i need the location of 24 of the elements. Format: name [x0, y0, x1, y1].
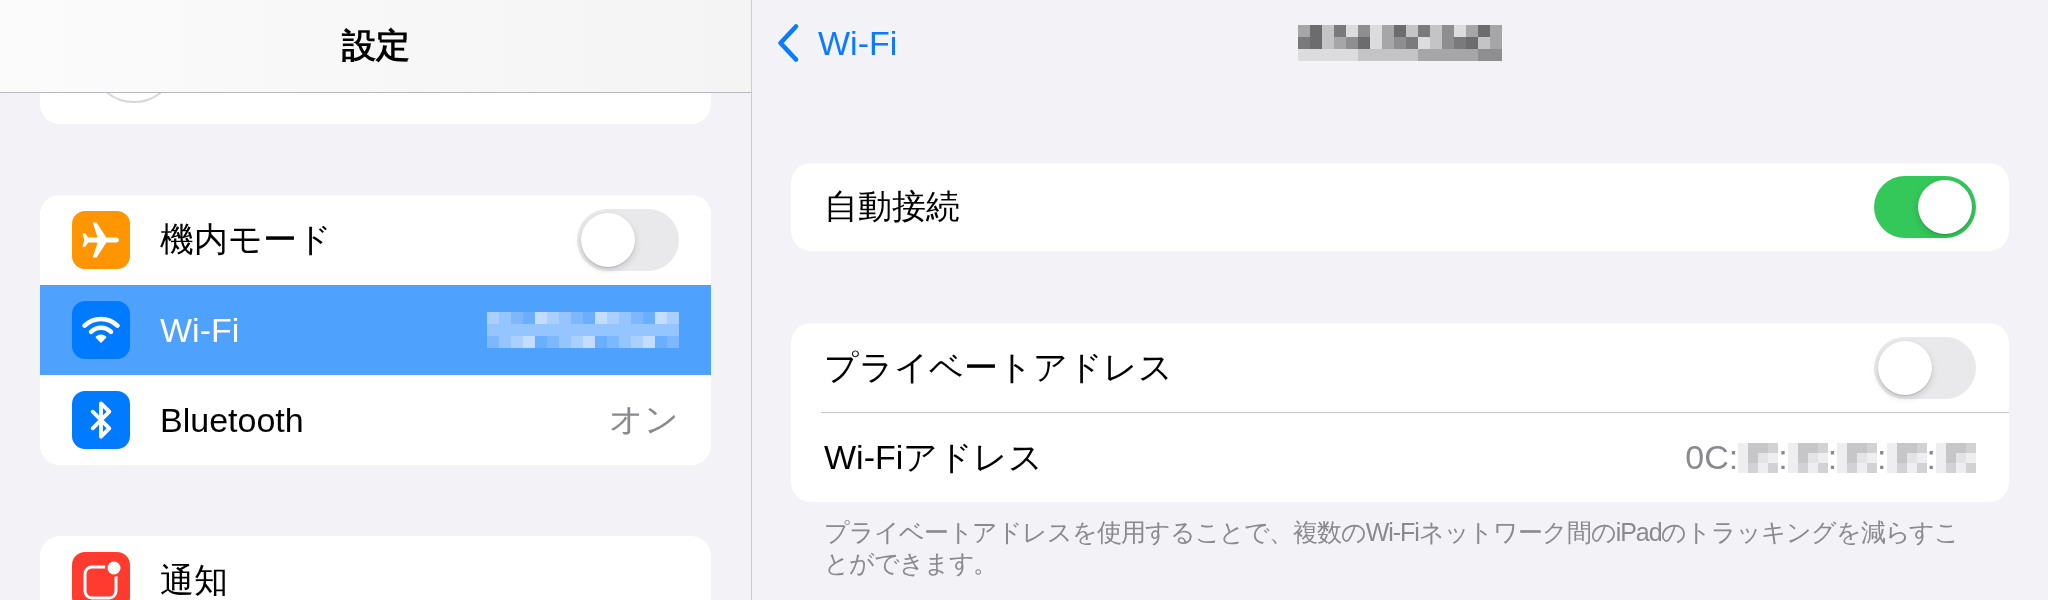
- chevron-left-icon: [776, 23, 800, 63]
- pixelated-redaction-drawing: [1738, 442, 1779, 473]
- nav-title: 設定: [341, 25, 410, 66]
- item-label: Bluetooth: [160, 400, 304, 440]
- value-text: :: [1827, 438, 1838, 477]
- toggle-switch[interactable]: [1874, 176, 1976, 238]
- item-label: 機内モード: [160, 219, 332, 260]
- value-text: :: [1778, 438, 1788, 477]
- pixelated-redaction-drawing: [1837, 442, 1878, 473]
- toggle-switch[interactable]: [577, 209, 679, 271]
- footnote-text: プライベートアドレスを使用することで、複数のWi-Fiネットワーク間のiPadのトラッキングを減らすことができます。: [823, 517, 1961, 579]
- value-text: :: [1877, 438, 1887, 477]
- row-label: Wi-Fiアドレス: [824, 436, 1044, 478]
- value-text: :: [1926, 438, 1936, 477]
- value-text: オン: [609, 399, 679, 440]
- item-label: 通知: [160, 560, 228, 600]
- pixelated-redaction-drawing: [1787, 442, 1828, 473]
- value-text: 0C:: [1685, 438, 1739, 477]
- pixelated-redaction-drawing: [1936, 442, 1976, 473]
- back-button[interactable]: Wi-Fi: [776, 23, 898, 63]
- row-label: 自動接続: [824, 186, 960, 227]
- row-label: プライベートアドレス: [824, 346, 1173, 388]
- item-label: Wi-Fi: [160, 310, 240, 350]
- pixelated-redaction-drawing: [1886, 442, 1927, 473]
